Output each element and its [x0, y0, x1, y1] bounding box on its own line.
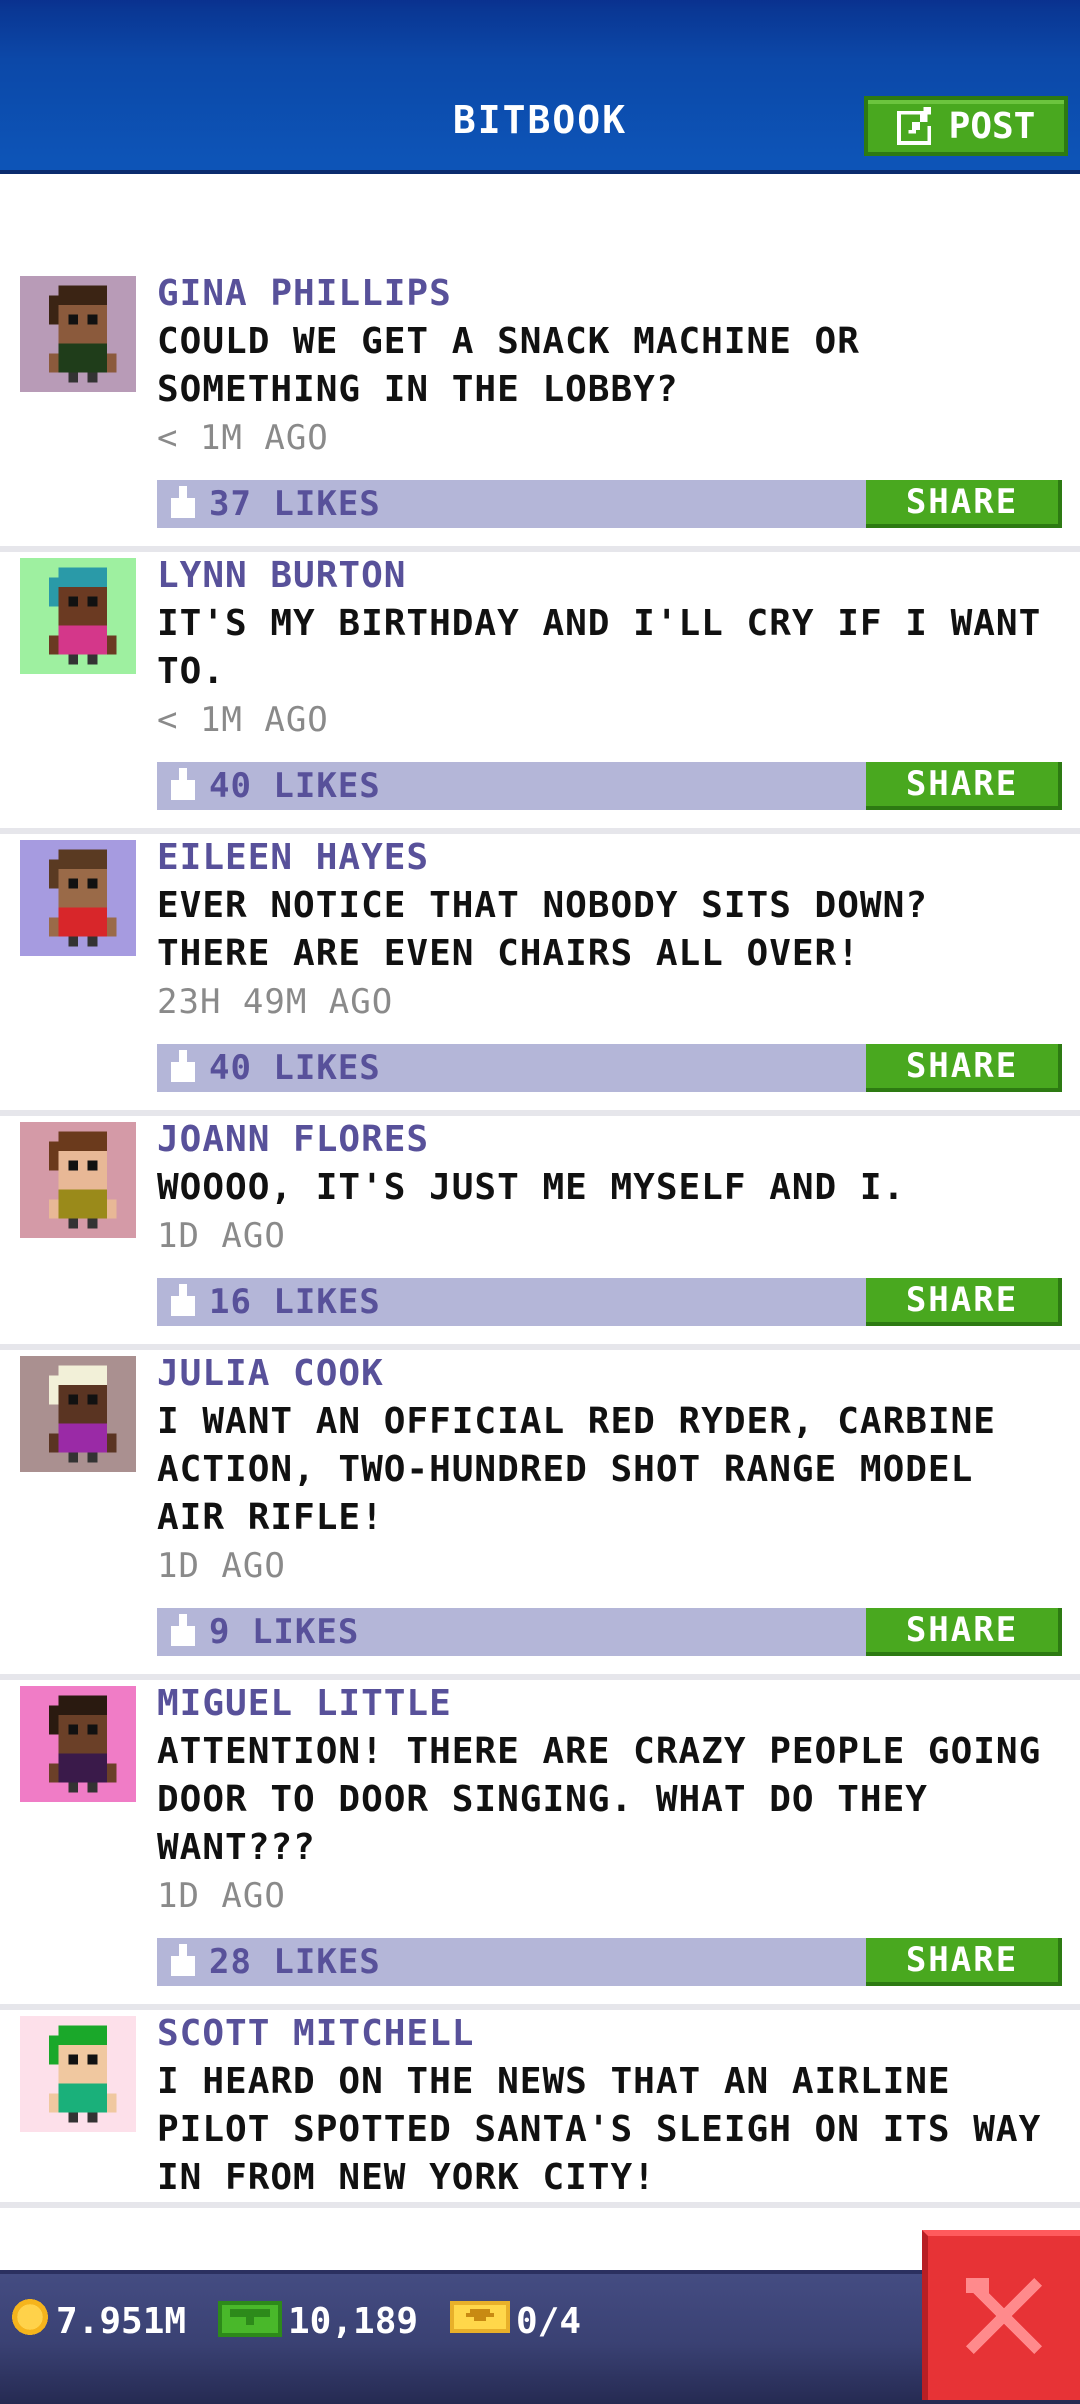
post-author: EILEEN HAYES [157, 837, 430, 878]
avatar [20, 1686, 136, 1802]
likes-count: 40 LIKES [209, 1048, 381, 1088]
post-text: I HEARD ON THE NEWS THAT AN AIRLINE PILO… [157, 2061, 1042, 2198]
ticket-icon [450, 2297, 510, 2346]
app-header: BITBOOK POST [0, 0, 1080, 174]
avatar [20, 1356, 136, 1472]
like-button[interactable]: 40 LIKES [157, 762, 381, 810]
share-button[interactable]: SHARE [866, 762, 1062, 810]
close-button[interactable] [922, 2230, 1080, 2400]
tickets-stat: 0/4 [450, 2296, 581, 2346]
post-timestamp: 1D AGO [157, 1216, 286, 1256]
likes-count: 16 LIKES [209, 1282, 381, 1322]
post-timestamp: 1D AGO [157, 1876, 286, 1916]
share-button[interactable]: SHARE [866, 1938, 1062, 1986]
post-content: MIGUEL LITTLE ATTENTION! THERE ARE CRAZY … [157, 1680, 1080, 1986]
post-button-label: POST [948, 105, 1036, 147]
likes-count: 40 LIKES [209, 766, 381, 806]
thumbs-up-icon [167, 1614, 199, 1650]
post-content: GINA PHILLIPS COULD WE GET A SNACK MACHIN… [157, 270, 1080, 528]
share-button[interactable]: SHARE [866, 1278, 1062, 1326]
feed-post: GINA PHILLIPS COULD WE GET A SNACK MACHIN… [0, 270, 1080, 552]
thumbs-up-icon [167, 768, 199, 804]
bux-value: 10,189 [288, 2300, 419, 2342]
post-author: JULIA COOK [157, 1353, 384, 1394]
post-text: COULD WE GET A SNACK MACHINE OR SOMETHIN… [157, 321, 860, 410]
avatar [20, 1122, 136, 1238]
post-actions-bar: 40 LIKES SHARE [157, 1044, 1062, 1092]
coins-stat: 7.951M [10, 2296, 186, 2346]
thumbs-up-icon [167, 1944, 199, 1980]
share-button[interactable]: SHARE [866, 1044, 1062, 1092]
post-actions-bar: 28 LIKES SHARE [157, 1938, 1062, 1986]
post-timestamp: < 1M AGO [157, 418, 329, 458]
post-text: I WANT AN OFFICIAL RED RYDER, CARBINE AC… [157, 1401, 996, 1538]
post-actions-bar: 37 LIKES SHARE [157, 480, 1062, 528]
likes-count: 37 LIKES [209, 484, 381, 524]
bottom-status-bar: 7.951M 10,189 0/4 [0, 2270, 1080, 2404]
avatar [20, 2016, 136, 2132]
post-content: JULIA COOK I WANT AN OFFICIAL RED RYDER, … [157, 1350, 1080, 1656]
post-timestamp: 23H 49M AGO [157, 982, 394, 1022]
post-author: MIGUEL LITTLE [157, 1683, 452, 1724]
avatar [20, 276, 136, 392]
like-button[interactable]: 37 LIKES [157, 480, 381, 528]
post-author: SCOTT MITCHELL [157, 2013, 475, 2054]
likes-count: 28 LIKES [209, 1942, 381, 1982]
feed-post: JOANN FLORES WOOOO, IT'S JUST ME MYSELF A… [0, 1116, 1080, 1350]
post-text: WOOOO, IT'S JUST ME MYSELF AND I. [157, 1167, 906, 1208]
feed-post: MIGUEL LITTLE ATTENTION! THERE ARE CRAZY … [0, 1680, 1080, 2010]
post-button[interactable]: POST [864, 96, 1068, 156]
feed-post: SCOTT MITCHELL I HEARD ON THE NEWS THAT A… [0, 2010, 1080, 2208]
post-author: GINA PHILLIPS [157, 273, 452, 314]
avatar [20, 840, 136, 956]
thumbs-up-icon [167, 1284, 199, 1320]
post-actions-bar: 40 LIKES SHARE [157, 762, 1062, 810]
feed-post: EILEEN HAYES EVER NOTICE THAT NOBODY SITS… [0, 834, 1080, 1116]
post-content: LYNN BURTON IT'S MY BIRTHDAY AND I'LL CRY… [157, 552, 1080, 810]
post-actions-bar: 9 LIKES SHARE [157, 1608, 1062, 1656]
close-icon [966, 2278, 1042, 2358]
coin-icon [10, 2297, 50, 2346]
post-feed[interactable]: GINA PHILLIPS COULD WE GET A SNACK MACHIN… [0, 270, 1080, 2208]
post-content: EILEEN HAYES EVER NOTICE THAT NOBODY SITS… [157, 834, 1080, 1092]
post-timestamp: 1D AGO [157, 1546, 286, 1586]
share-button[interactable]: SHARE [866, 480, 1062, 528]
share-button[interactable]: SHARE [866, 1608, 1062, 1656]
post-text: ATTENTION! THERE ARE CRAZY PEOPLE GOING … [157, 1731, 1042, 1868]
bux-stat: 10,189 [218, 2296, 418, 2346]
post-actions-bar: 16 LIKES SHARE [157, 1278, 1062, 1326]
feed-post: JULIA COOK I WANT AN OFFICIAL RED RYDER, … [0, 1350, 1080, 1680]
like-button[interactable]: 9 LIKES [157, 1608, 359, 1656]
like-button[interactable]: 28 LIKES [157, 1938, 381, 1986]
coins-value: 7.951M [56, 2300, 187, 2342]
post-timestamp: < 1M AGO [157, 700, 329, 740]
like-button[interactable]: 40 LIKES [157, 1044, 381, 1092]
post-content: JOANN FLORES WOOOO, IT'S JUST ME MYSELF A… [157, 1116, 1080, 1326]
likes-count: 9 LIKES [209, 1612, 360, 1652]
feed-post: LYNN BURTON IT'S MY BIRTHDAY AND I'LL CRY… [0, 552, 1080, 834]
post-content: SCOTT MITCHELL I HEARD ON THE NEWS THAT A… [157, 2010, 1080, 2202]
bux-icon [218, 2297, 282, 2346]
thumbs-up-icon [167, 486, 199, 522]
thumbs-up-icon [167, 1050, 199, 1086]
post-text: EVER NOTICE THAT NOBODY SITS DOWN? THERE… [157, 885, 928, 974]
post-text: IT'S MY BIRTHDAY AND I'LL CRY IF I WANT … [157, 603, 1042, 692]
post-author: LYNN BURTON [157, 555, 407, 596]
like-button[interactable]: 16 LIKES [157, 1278, 381, 1326]
edit-icon [896, 107, 935, 145]
tickets-value: 0/4 [516, 2300, 582, 2342]
avatar [20, 558, 136, 674]
post-author: JOANN FLORES [157, 1119, 430, 1160]
